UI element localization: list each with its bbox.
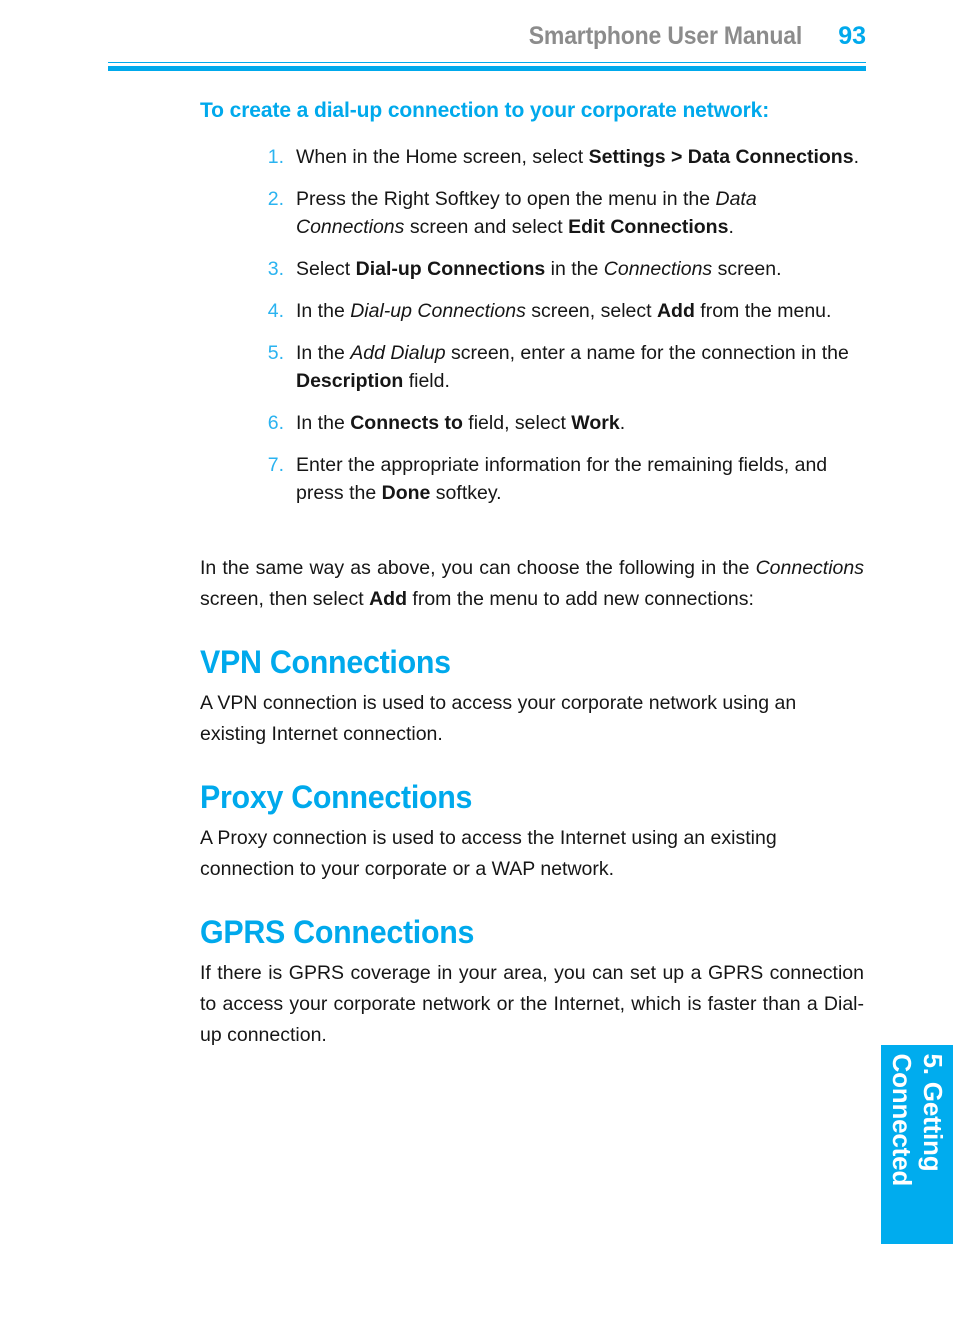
list-item-text: In the Dial-up Connections screen, selec… — [296, 300, 832, 322]
page-header: Smartphone User Manual 93 — [108, 22, 866, 74]
section-heading-proxy: Proxy Connections — [200, 779, 473, 815]
header-row: Smartphone User Manual 93 — [108, 22, 866, 62]
manual-page: Smartphone User Manual 93 To create a di… — [0, 0, 954, 1318]
list-item-number: 5. — [267, 342, 284, 364]
list-item: 1. When in the Home screen, select Setti… — [256, 143, 864, 171]
list-item: 3. Select Dial-up Connections in the Con… — [256, 255, 864, 283]
procedure-step-list: 1. When in the Home screen, select Setti… — [256, 143, 864, 507]
list-item: 6. In the Connects to field, select Work… — [256, 409, 864, 437]
list-item: 2. Press the Right Softkey to open the m… — [256, 185, 864, 241]
list-item-number: 3. — [267, 258, 284, 280]
list-item-number: 2. — [267, 188, 284, 210]
content-column: To create a dial-up connection to your c… — [200, 96, 864, 1051]
list-item-text: When in the Home screen, select Settings… — [296, 146, 859, 168]
list-item-text: Enter the appropriate information for th… — [296, 454, 828, 504]
list-item-number: 4. — [267, 300, 284, 322]
list-item: 7. Enter the appropriate information for… — [256, 451, 864, 507]
list-item: 4. In the Dial-up Connections screen, se… — [256, 297, 864, 325]
header-rule-thick — [108, 66, 866, 71]
intro-paragraph: In the same way as above, you can choose… — [200, 557, 864, 610]
section-body-gprs: If there is GPRS coverage in your area, … — [200, 962, 864, 1046]
list-item: 5. In the Add Dialup screen, enter a nam… — [256, 339, 864, 395]
chapter-thumb-tab: 5. Getting Connected — [881, 1045, 953, 1244]
list-item-number: 6. — [267, 412, 284, 434]
section-heading-gprs: GPRS Connections — [200, 914, 475, 950]
list-item-text: In the Connects to field, select Work. — [296, 412, 626, 434]
header-title: Smartphone User Manual — [528, 22, 802, 50]
list-item-number: 1. — [267, 146, 284, 168]
list-item-text: Select Dial-up Connections in the Connec… — [296, 258, 782, 280]
list-item-text: In the Add Dialup screen, enter a name f… — [296, 342, 849, 392]
section-body-proxy: A Proxy connection is used to access the… — [200, 827, 777, 880]
procedure-heading: To create a dial-up connection to your c… — [200, 99, 770, 122]
page-number: 93 — [838, 22, 866, 50]
chapter-tab-line-2: Connected — [887, 1053, 917, 1186]
chapter-tab-line-1: 5. Getting — [918, 1053, 948, 1171]
chapter-thumb-tab-inner: 5. Getting Connected — [881, 1045, 953, 1244]
section-heading-vpn: VPN Connections — [200, 644, 451, 680]
list-item-text: Press the Right Softkey to open the menu… — [296, 188, 757, 238]
list-item-number: 7. — [267, 454, 284, 476]
section-body-vpn: A VPN connection is used to access your … — [200, 692, 797, 745]
header-rule-thin — [108, 62, 866, 63]
